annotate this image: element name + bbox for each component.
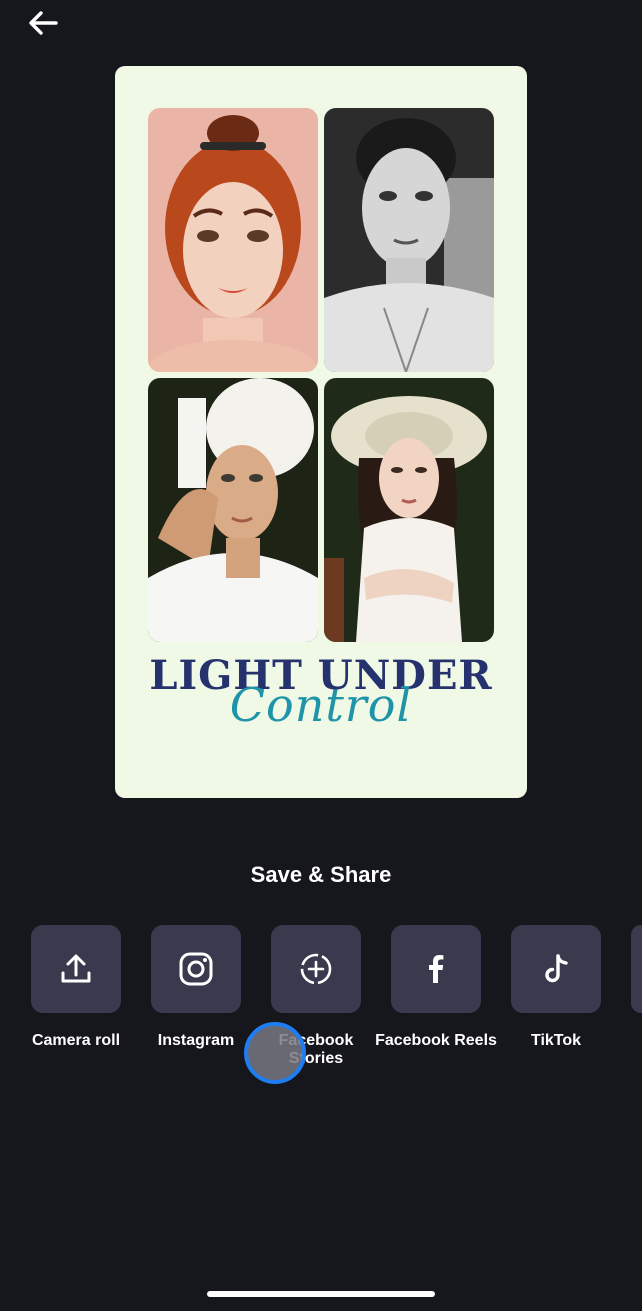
portrait-photo-1 (148, 108, 318, 372)
tiktok-label: TikTok (530, 1032, 582, 1049)
facebook-stories-icon (300, 953, 332, 985)
arrow-left-icon (29, 11, 58, 35)
facebook-reels-button[interactable] (391, 925, 481, 1013)
facebook-reels-label: Facebook Reels (375, 1032, 497, 1049)
share-section-title: Save & Share (250, 862, 392, 887)
more-share-option-tile[interactable] (631, 925, 642, 1013)
tiktok-icon (545, 954, 568, 983)
collage-preview: LIGHT UNDER Control (115, 66, 527, 798)
portrait-photo-4 (324, 378, 494, 642)
instagram-label: Instagram (157, 1032, 235, 1049)
instagram-icon (179, 952, 213, 986)
portrait-photo-2 (324, 108, 494, 372)
collage-script-word: Control (229, 678, 413, 732)
camera-roll-button[interactable] (31, 925, 121, 1013)
facebook-stories-button[interactable] (271, 925, 361, 1013)
portrait-photo-3 (148, 378, 318, 642)
back-button[interactable] (24, 8, 64, 40)
camera-roll-label: Camera roll (31, 1032, 121, 1049)
touch-indicator (244, 1022, 306, 1084)
tiktok-button[interactable] (511, 925, 601, 1013)
facebook-icon (429, 955, 444, 983)
upload-icon (61, 954, 91, 983)
home-indicator (207, 1291, 435, 1297)
instagram-button[interactable] (151, 925, 241, 1013)
